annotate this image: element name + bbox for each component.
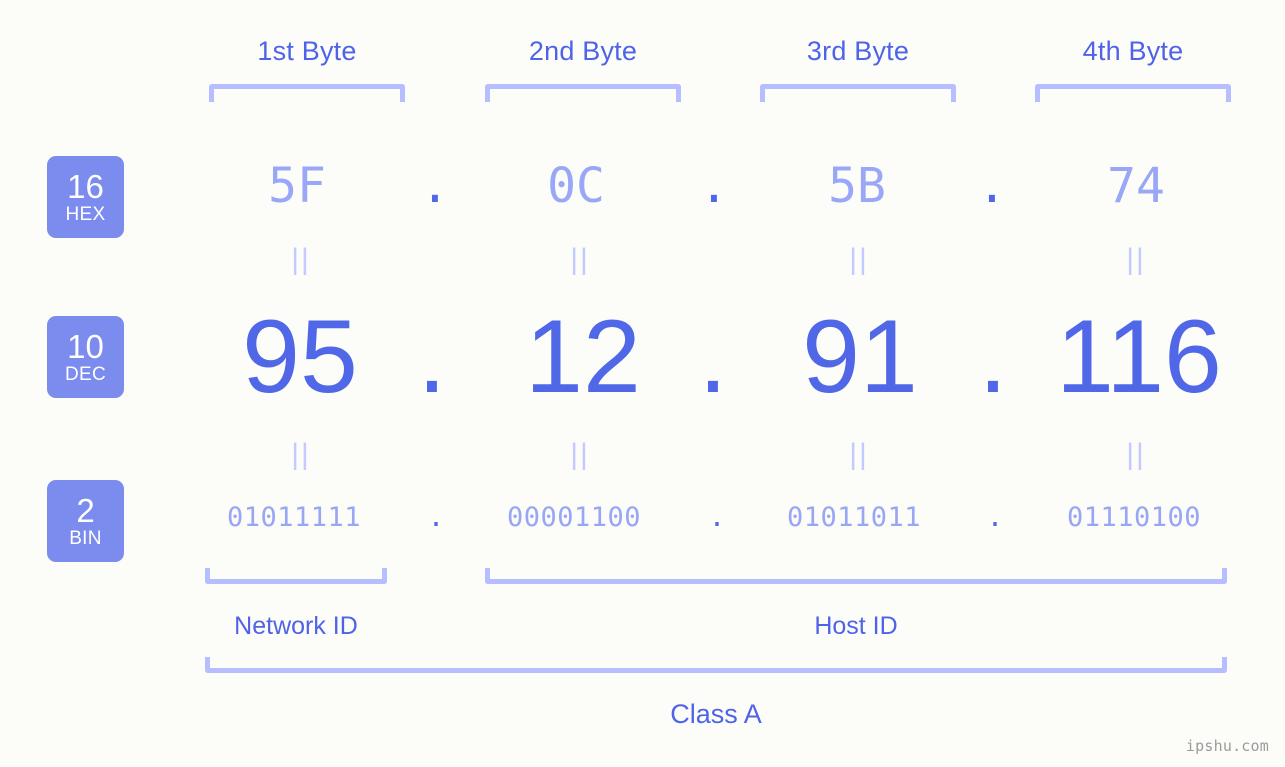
base-badge-hex-number: 16 bbox=[67, 167, 104, 205]
watermark: ipshu.com bbox=[1185, 737, 1269, 755]
hex-byte-1: 5F bbox=[268, 158, 326, 214]
byte-header-3: 3rd Byte bbox=[806, 36, 910, 66]
equals-mark-dec-bin-2: || bbox=[570, 438, 590, 471]
dec-byte-4: 116 bbox=[1056, 299, 1222, 415]
bin-byte-3: 01011011 bbox=[786, 502, 922, 533]
equals-mark-hex-dec-2: || bbox=[570, 243, 590, 276]
hex-byte-3: 5B bbox=[828, 158, 886, 214]
byte-bracket-3 bbox=[760, 84, 956, 102]
bin-separator-3: . bbox=[986, 502, 1004, 533]
base-badge-bin-number: 2 bbox=[76, 491, 95, 529]
equals-mark-hex-dec-3: || bbox=[849, 243, 869, 276]
byte-bracket-4 bbox=[1035, 84, 1231, 102]
byte-bracket-2 bbox=[485, 84, 681, 102]
network-id-bracket bbox=[205, 568, 387, 584]
base-badge-bin-name: BIN bbox=[69, 527, 102, 549]
bin-byte-2: 00001100 bbox=[506, 502, 642, 533]
dec-byte-3: 91 bbox=[802, 299, 918, 415]
base-badge-dec-name: DEC bbox=[64, 363, 106, 385]
bin-byte-4: 01110100 bbox=[1066, 502, 1202, 533]
class-label: Class A bbox=[670, 699, 762, 729]
equals-mark-dec-bin-3: || bbox=[849, 438, 869, 471]
ip-address-breakdown-diagram: 1st Byte 2nd Byte 3rd Byte 4th Byte 16 H… bbox=[0, 0, 1285, 767]
network-id-label: Network ID bbox=[234, 612, 358, 640]
dec-separator-1: . bbox=[417, 299, 447, 415]
bin-separator-1: . bbox=[427, 502, 445, 533]
dec-separator-2: . bbox=[698, 299, 728, 415]
hex-byte-2: 0C bbox=[547, 158, 605, 214]
base-badge-hex-name: HEX bbox=[65, 203, 106, 225]
dec-byte-2: 12 bbox=[525, 299, 641, 415]
host-id-label: Host ID bbox=[814, 612, 898, 640]
class-bracket bbox=[205, 657, 1227, 673]
equals-mark-dec-bin-1: || bbox=[291, 438, 311, 471]
byte-header-4: 4th Byte bbox=[1082, 36, 1184, 66]
base-badge-dec: 10 DEC bbox=[47, 316, 124, 398]
byte-header-1: 1st Byte bbox=[257, 36, 357, 66]
base-badge-dec-number: 10 bbox=[67, 327, 104, 365]
bin-byte-1: 01011111 bbox=[226, 502, 362, 533]
base-badge-bin: 2 BIN bbox=[47, 480, 124, 562]
equals-mark-dec-bin-4: || bbox=[1126, 438, 1146, 471]
hex-separator-2: . bbox=[699, 158, 729, 214]
equals-mark-hex-dec-1: || bbox=[291, 243, 311, 276]
base-badge-hex: 16 HEX bbox=[47, 156, 124, 238]
byte-bracket-1 bbox=[209, 84, 405, 102]
bin-separator-2: . bbox=[708, 502, 726, 533]
host-id-bracket bbox=[485, 568, 1227, 584]
hex-separator-1: . bbox=[420, 158, 450, 214]
dec-separator-3: . bbox=[978, 299, 1008, 415]
hex-byte-4: 74 bbox=[1107, 158, 1165, 214]
byte-header-2: 2nd Byte bbox=[528, 36, 638, 66]
hex-separator-3: . bbox=[977, 158, 1007, 214]
equals-mark-hex-dec-4: || bbox=[1126, 243, 1146, 276]
dec-byte-1: 95 bbox=[242, 299, 358, 415]
